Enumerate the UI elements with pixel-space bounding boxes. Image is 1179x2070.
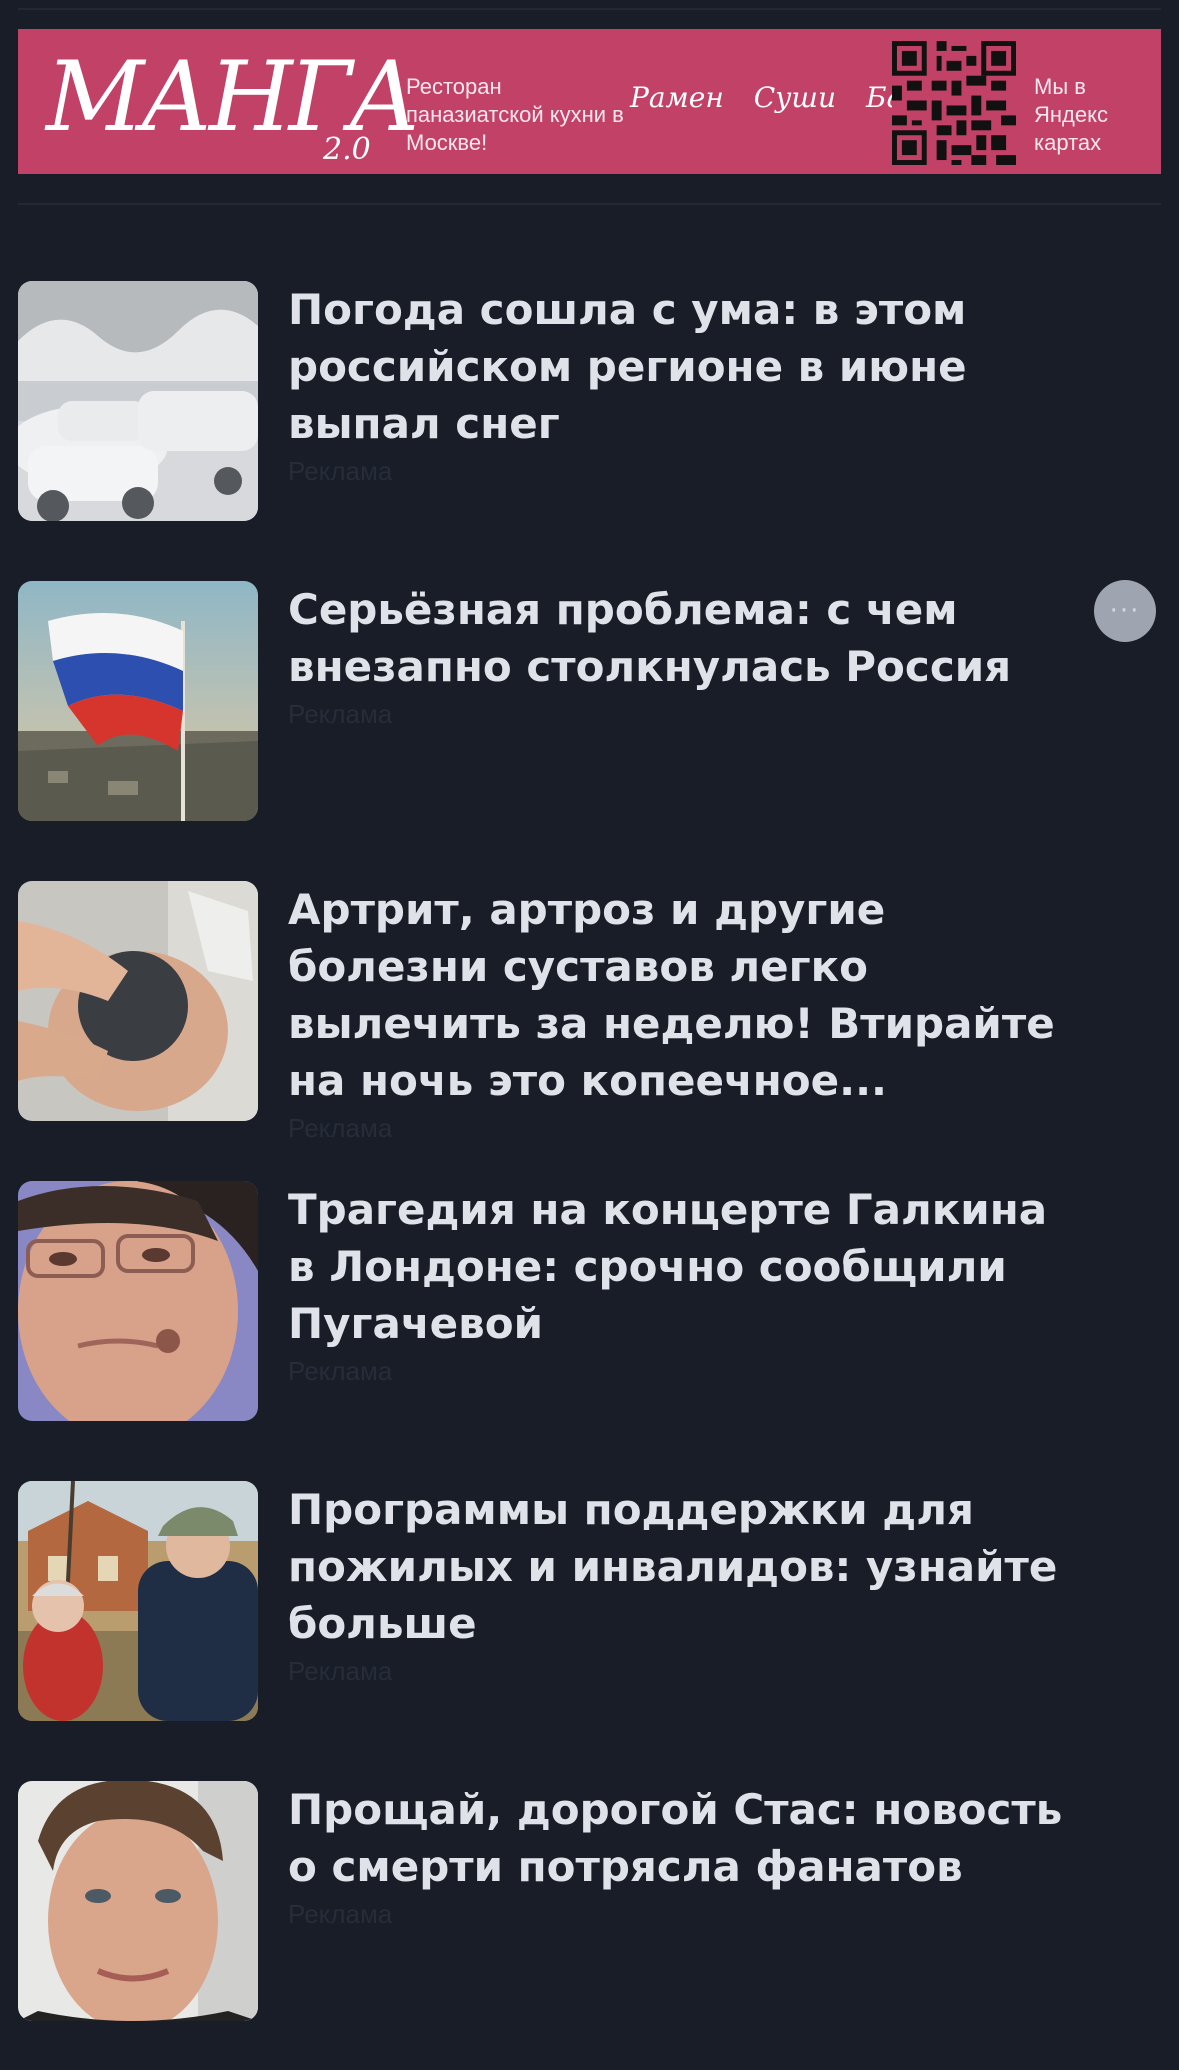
- feed-thumbnail[interactable]: [18, 281, 258, 521]
- feed-headline[interactable]: Артрит, артроз и другие болезни суставов…: [288, 881, 1088, 1145]
- banner-maps-text: Мы в Яндекс картах: [1034, 74, 1108, 155]
- banner-description: Ресторан паназиатской кухни в Москве!: [406, 74, 624, 155]
- feed-headline[interactable]: Погода сошла с ума: в этом российском ре…: [288, 281, 1088, 488]
- feed-headline-text[interactable]: Серьёзная проблема: с чем внезапно столк…: [288, 585, 1011, 691]
- top-divider: [18, 8, 1161, 10]
- ad-label: Реклама: [288, 1113, 393, 1143]
- feed-headline-text[interactable]: Трагедия на концерте Галкина в Лондоне: …: [288, 1185, 1047, 1348]
- ad-label: Реклама: [288, 1356, 393, 1386]
- qr-code-icon: [892, 41, 1016, 165]
- ad-label: Реклама: [288, 699, 393, 729]
- feed-thumbnail[interactable]: [18, 1181, 258, 1421]
- restaurant-banner-ad[interactable]: МАНГА 2.0 Ресторан паназиатской кухни в …: [18, 29, 1161, 174]
- feed-item[interactable]: Артрит, артроз и другие болезни суставов…: [18, 881, 1161, 1143]
- feed-headline-text[interactable]: Прощай, дорогой Стас: новость о смерти п…: [288, 1785, 1062, 1891]
- more-icon: ···: [1109, 596, 1141, 626]
- banner-menu-item: Суши: [753, 81, 836, 114]
- feed-item[interactable]: Серьёзная проблема: с чем внезапно столк…: [18, 581, 1161, 821]
- feed-item[interactable]: Трагедия на концерте Галкина в Лондоне: …: [18, 1181, 1161, 1421]
- feed-headline[interactable]: Прощай, дорогой Стас: новость о смерти п…: [288, 1781, 1088, 1931]
- feed-headline-text[interactable]: Погода сошла с ума: в этом российском ре…: [288, 285, 967, 448]
- ad-label: Реклама: [288, 1656, 393, 1686]
- more-options-button[interactable]: ···: [1094, 580, 1156, 642]
- feed-thumbnail[interactable]: [18, 1781, 258, 2021]
- banner-logo: МАНГА: [46, 41, 421, 153]
- feed-headline-text[interactable]: Артрит, артроз и другие болезни суставов…: [288, 885, 1055, 1105]
- feed-headline[interactable]: Серьёзная проблема: с чем внезапно столк…: [288, 581, 1088, 731]
- banner-divider: [18, 203, 1161, 205]
- ad-label: Реклама: [288, 456, 393, 486]
- ad-label: Реклама: [288, 1899, 393, 1929]
- feed-item[interactable]: Прощай, дорогой Стас: новость о смерти п…: [18, 1781, 1161, 2021]
- feed-headline[interactable]: Программы поддержки для пожилых и инвали…: [288, 1481, 1088, 1688]
- feed-item[interactable]: Программы поддержки для пожилых и инвали…: [18, 1481, 1161, 1721]
- banner-menu-item: Рамен: [630, 81, 724, 114]
- feed-thumbnail[interactable]: [18, 881, 258, 1121]
- feed-headline[interactable]: Трагедия на концерте Галкина в Лондоне: …: [288, 1181, 1088, 1388]
- feed-headline-text[interactable]: Программы поддержки для пожилых и инвали…: [288, 1485, 1057, 1648]
- feed-thumbnail[interactable]: [18, 1481, 258, 1721]
- feed-thumbnail[interactable]: [18, 581, 258, 821]
- banner-logo-version: 2.0: [323, 132, 371, 167]
- banner-menu: Рамен Суши Бар: [630, 81, 921, 114]
- feed-item[interactable]: Погода сошла с ума: в этом российском ре…: [18, 281, 1161, 521]
